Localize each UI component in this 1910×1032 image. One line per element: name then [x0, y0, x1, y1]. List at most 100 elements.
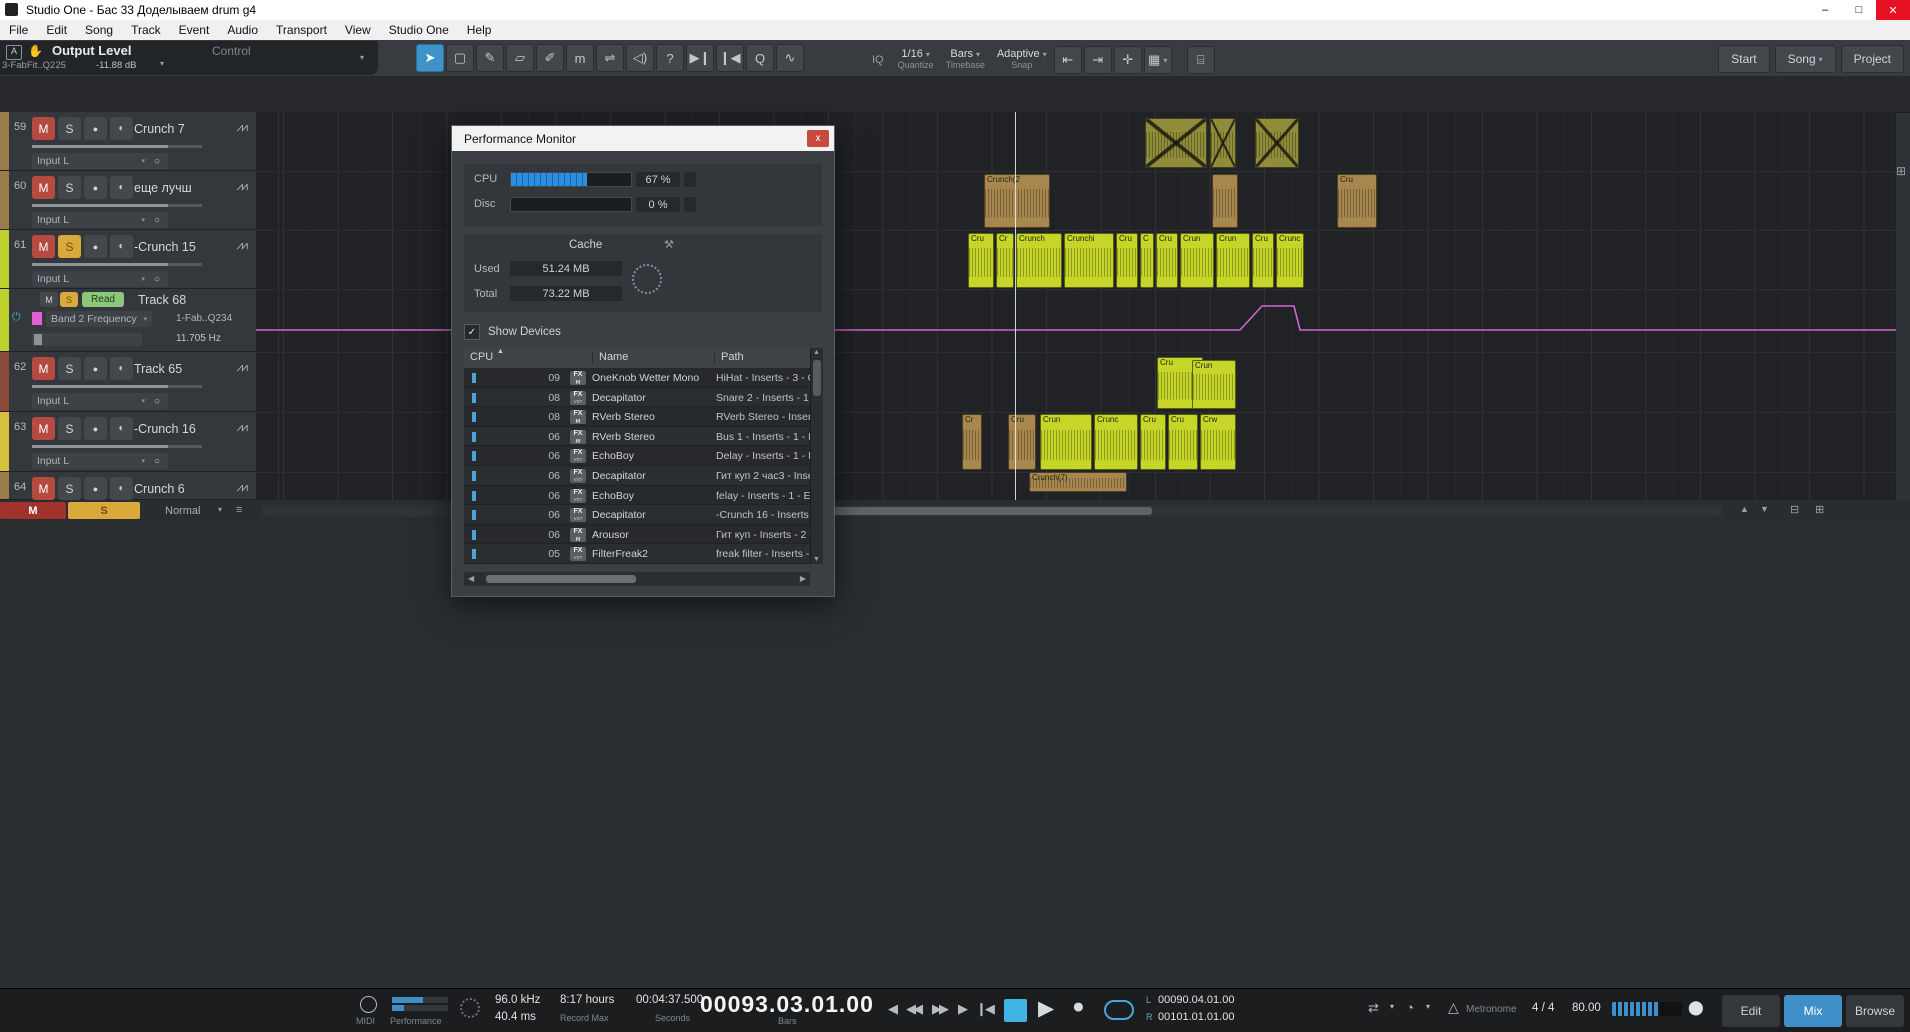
audio-clip[interactable] [1255, 118, 1299, 168]
volume-line[interactable] [32, 204, 168, 207]
input-monitor-icon[interactable]: ○ [146, 153, 168, 169]
device-table-header[interactable]: CPU ▲ Name Path [464, 348, 822, 369]
device-row[interactable]: 08FX▮▮RVerb StereoRVerb Stereo - Inserts [464, 407, 822, 427]
audio-clip[interactable]: Crunc [1276, 233, 1304, 288]
record-icon[interactable]: ● [84, 357, 107, 380]
snap-dropdown[interactable]: Adaptive▾ Snap [997, 49, 1047, 71]
audio-clip[interactable]: Cru [1156, 233, 1178, 288]
audio-clip[interactable]: Cru [1168, 414, 1198, 470]
input-monitor-icon[interactable]: ○ [146, 212, 168, 228]
audio-clip[interactable]: Crun [1180, 233, 1214, 288]
chevron-down-icon[interactable]: ▾ [160, 59, 164, 68]
record-icon[interactable]: ● [84, 117, 107, 140]
menu-view[interactable]: View [336, 20, 380, 40]
maximize-button[interactable]: □ [1842, 0, 1876, 20]
volume-line[interactable] [32, 145, 168, 148]
hamburger-icon[interactable]: ≡ [236, 504, 242, 516]
tempo-tool[interactable]: ∿ [776, 44, 804, 72]
listen-tool[interactable]: ◁) [626, 44, 654, 72]
record-button[interactable]: ● [1072, 995, 1085, 1019]
audio-clip[interactable]: Cru [968, 233, 994, 288]
solo-button[interactable]: S [58, 117, 81, 140]
mute-button[interactable]: M [32, 477, 55, 500]
minimize-button[interactable]: – [1808, 0, 1842, 20]
menu-studio-one[interactable]: Studio One [380, 20, 458, 40]
device-row[interactable]: 06FX▮▮RVerb StereoBus 1 - Inserts - 1 - … [464, 427, 822, 447]
monitor-icon[interactable]: ◐ [110, 357, 133, 380]
zoom-full-icon[interactable]: ⊞ [1815, 503, 1824, 516]
global-mute-button[interactable]: M [0, 502, 66, 519]
mute-button[interactable]: M [32, 357, 55, 380]
return-to-start-icon[interactable]: ❙◀ [976, 1001, 993, 1017]
audio-clip[interactable]: Crunchi [1064, 233, 1114, 288]
audio-clip[interactable]: Crw [1200, 414, 1236, 470]
chevron-down-icon[interactable]: ▾ [218, 505, 222, 514]
precount-icon[interactable]: ◔ [1406, 1000, 1414, 1015]
range-tool[interactable]: ▢ [446, 44, 474, 72]
automation-param-select[interactable]: Band 2 Frequency▾ [46, 311, 152, 327]
device-row[interactable]: 06FXVSTDecapitator-Crunch 16 - Inserts - [464, 505, 822, 525]
browse-view-button[interactable]: Browse [1846, 995, 1904, 1027]
tab-focus-icon[interactable]: ⌸ [1187, 46, 1215, 74]
mute-button[interactable]: M [32, 417, 55, 440]
track-mode-dropdown[interactable]: Normal [165, 505, 200, 517]
show-dev-row[interactable]: ✓ Show Devices [464, 324, 561, 340]
timebase-dropdown[interactable]: Bars▾ Timebase [946, 49, 985, 71]
eraser-tool[interactable]: ▱ [506, 44, 534, 72]
stop-button[interactable] [1004, 999, 1027, 1022]
chevron-down-icon[interactable]: ▾ [360, 53, 364, 62]
audio-clip[interactable]: Crun [1216, 233, 1250, 288]
macro-q[interactable]: Q [746, 44, 774, 72]
forward-icon[interactable]: ▶ [958, 1001, 968, 1017]
audio-clip[interactable]: Cru [1116, 233, 1138, 288]
auto-mode-icon[interactable]: A [6, 45, 22, 60]
audio-clip[interactable] [1210, 118, 1236, 168]
input-select[interactable]: Input L▾ [32, 393, 150, 409]
snap-right-icon[interactable]: ⇥ [1084, 46, 1112, 74]
device-row[interactable]: 06FXVSTDecapitatorГит куп 2 час3 - Inser… [464, 466, 822, 486]
track-name[interactable]: -Crunch 16 [134, 422, 196, 436]
audio-clip[interactable]: Crunch(7) [1029, 472, 1127, 492]
rewind-icon[interactable]: ◀ [888, 1001, 898, 1017]
track-row[interactable]: 62MS●◐Track 65⩘⩘Input L▾○ [0, 352, 256, 412]
record-icon[interactable]: ● [84, 477, 107, 500]
menu-edit[interactable]: Edit [37, 20, 76, 40]
fast-rewind-icon[interactable]: ◀◀ [906, 1001, 920, 1017]
mute-button[interactable]: M [32, 117, 55, 140]
mix-view-button[interactable]: Mix [1784, 995, 1842, 1027]
audio-clip[interactable]: Cru [1252, 233, 1274, 288]
marker-forward[interactable]: ▶❙ [686, 44, 714, 72]
tempo-value[interactable]: 80.00 [1572, 1002, 1601, 1014]
input-select[interactable]: Input L▾ [32, 271, 150, 287]
shuffle-icon[interactable]: ⇄ [1368, 1000, 1379, 1016]
input-monitor-icon[interactable]: ○ [146, 271, 168, 287]
mute-button[interactable]: M [32, 235, 55, 258]
device-row[interactable]: 05FXVSTFilterFreak2freak filter - Insert… [464, 544, 822, 564]
dialog-title-bar[interactable]: Performance Monitor x [452, 126, 834, 151]
track-name[interactable]: Crunch 6 [134, 482, 185, 496]
menu-help[interactable]: Help [458, 20, 501, 40]
help-tool[interactable]: ? [656, 44, 684, 72]
volume-line[interactable] [32, 263, 168, 266]
chevron-down-icon[interactable]: ▾ [1390, 1002, 1394, 1011]
song-button[interactable]: Song ▾ [1775, 45, 1836, 73]
time-seconds[interactable]: 00:04:37.500 [636, 994, 703, 1006]
audio-clip[interactable] [1145, 118, 1207, 168]
monitor-icon[interactable]: ◐ [110, 117, 133, 140]
volume-line[interactable] [32, 445, 168, 448]
project-button[interactable]: Project [1841, 45, 1904, 73]
solo-button[interactable]: S [58, 235, 81, 258]
fast-forward-icon[interactable]: ▶▶ [932, 1001, 946, 1017]
grid-icon[interactable]: ▦▾ [1144, 46, 1172, 74]
audio-clip[interactable]: Cru [1008, 414, 1036, 470]
grid-corner-icon[interactable]: ⊞ [1896, 164, 1906, 178]
bend-tool[interactable]: ⇌ [596, 44, 624, 72]
monitor-icon[interactable]: ◐ [110, 235, 133, 258]
wrench-icon[interactable]: ⚒ [664, 238, 674, 251]
loop-r-value[interactable]: 00101.01.01.00 [1158, 1011, 1234, 1023]
time-signature[interactable]: 4 / 4 [1532, 1002, 1554, 1014]
device-row[interactable]: 08FXVSTDecapitatorSnare 2 - Inserts - 1 … [464, 388, 822, 408]
automation-value-slider[interactable] [32, 333, 142, 346]
menu-event[interactable]: Event [170, 20, 219, 40]
close-button[interactable]: ✕ [1876, 0, 1910, 20]
